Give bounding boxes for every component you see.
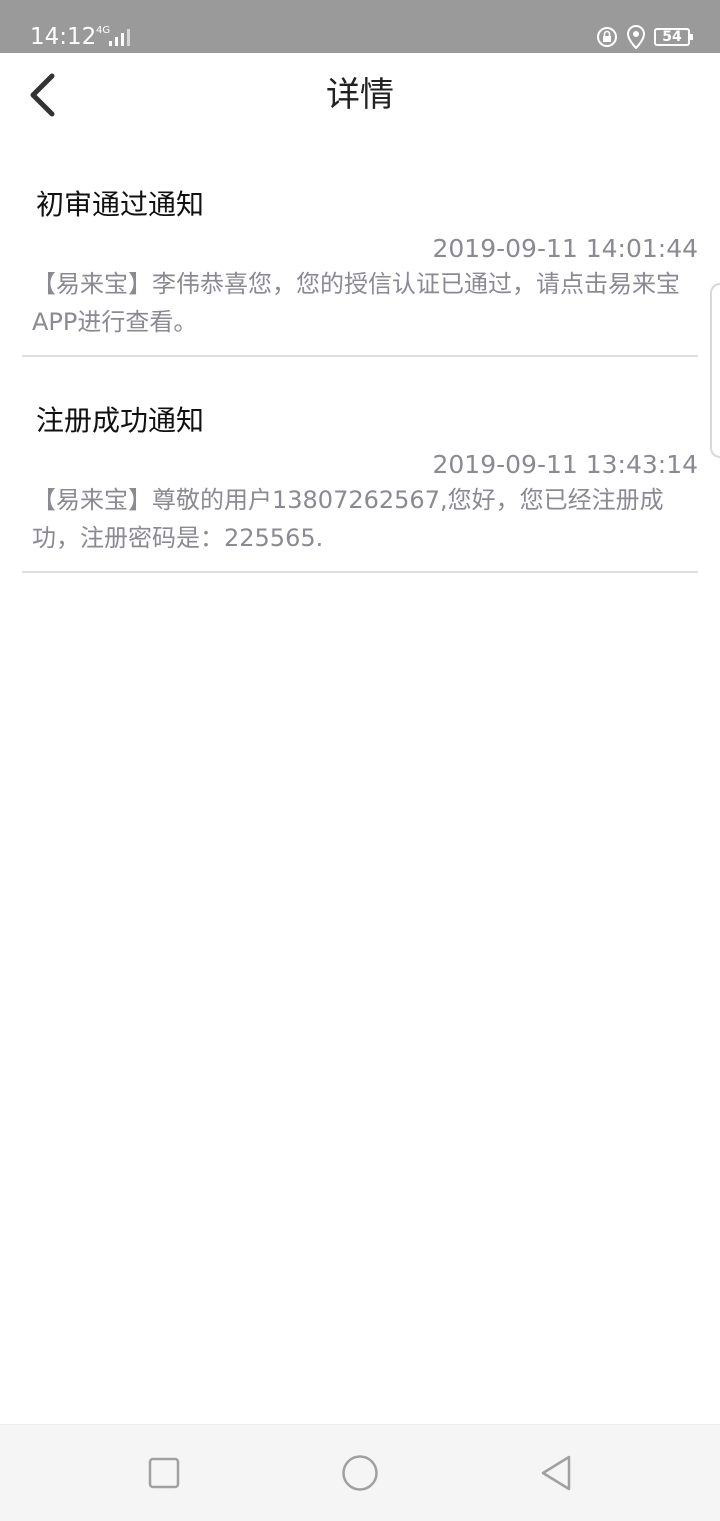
triangle-back-icon: [541, 1455, 571, 1491]
recent-apps-button[interactable]: [144, 1453, 184, 1493]
edge-scroll-handle[interactable]: [710, 283, 720, 458]
list-item[interactable]: 初审通过通知 2019-09-11 14:01:44 【易来宝】李伟恭喜您，您的…: [22, 141, 698, 357]
notice-time: 2019-09-11 14:01:44: [432, 234, 698, 263]
square-icon: [148, 1457, 180, 1489]
status-time: 14:12: [30, 24, 97, 50]
navigation-bar: [0, 1424, 720, 1521]
notice-body: 【易来宝】尊敬的用户13807262567,您好，您已经注册成功，注册密码是：2…: [32, 486, 664, 552]
notice-body: 【易来宝】李伟恭喜您，您的授信认证已通过，请点击易来宝APP进行查看。: [32, 270, 680, 336]
circle-icon: [342, 1455, 378, 1491]
header: 详情: [0, 53, 720, 141]
battery-icon: 54: [654, 28, 693, 46]
list-item[interactable]: 注册成功通知 2019-09-11 13:43:14 【易来宝】尊敬的用户138…: [22, 357, 698, 573]
home-button[interactable]: [340, 1453, 380, 1493]
notice-title: 注册成功通知: [36, 404, 205, 437]
notice-time: 2019-09-11 13:43:14: [432, 450, 698, 479]
signal-icon: [109, 29, 130, 46]
notice-title: 初审通过通知: [36, 188, 205, 221]
notice-list: 初审通过通知 2019-09-11 14:01:44 【易来宝】李伟恭喜您，您的…: [0, 141, 720, 573]
status-icons: 54: [596, 24, 693, 50]
back-nav-button[interactable]: [536, 1453, 576, 1493]
rotation-lock-icon: [597, 27, 617, 47]
status-bar: 14:12 4G 54: [0, 0, 720, 53]
page-title: 详情: [326, 75, 394, 115]
location-icon: [626, 25, 646, 49]
